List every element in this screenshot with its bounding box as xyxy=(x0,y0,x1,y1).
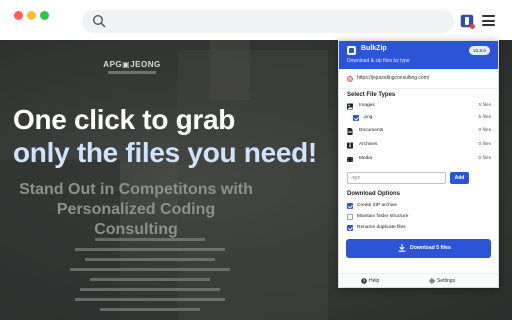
file-type-count: 5 files xyxy=(478,103,491,108)
bulkzip-logo-icon xyxy=(347,46,356,55)
settings-link[interactable]: Settings xyxy=(437,278,455,284)
bulkzip-extension-icon[interactable] xyxy=(460,14,475,29)
site-favicon-icon xyxy=(347,76,353,82)
promo-headline-line-2: only the files you need! xyxy=(13,137,317,168)
svg-text:?: ? xyxy=(363,279,366,284)
close-window-button[interactable] xyxy=(14,11,23,20)
screenshot-frame: APG▣JEONG One click to grab only the fil… xyxy=(0,0,512,320)
version-badge: v1.0.0 xyxy=(469,46,490,55)
maintain-folders-checkbox[interactable] xyxy=(347,214,353,220)
file-type-label: Archives xyxy=(359,142,378,147)
site-top-nav xyxy=(0,40,340,50)
site-paragraph-line xyxy=(60,298,240,302)
popup-subtitle: Download & zip files by type xyxy=(347,58,410,64)
file-type-label: .png xyxy=(363,115,373,120)
maximize-window-button[interactable] xyxy=(40,11,49,20)
current-url-row: https://jejucodingconsulting.com/ xyxy=(339,74,498,88)
download-icon xyxy=(398,244,406,252)
file-type-label: Documents xyxy=(359,128,384,133)
download-options-heading: Download Options xyxy=(347,191,400,197)
help-icon: ? xyxy=(361,278,367,284)
hamburger-menu-icon[interactable] xyxy=(482,15,495,26)
bulkzip-popup: BulkZip Download & zip files by type v1.… xyxy=(338,40,499,288)
download-button-label: Download 5 files xyxy=(410,245,451,251)
archive-icon xyxy=(347,142,353,149)
file-types-heading: Select File Types xyxy=(347,92,396,98)
site-logo[interactable]: APG▣JEONG xyxy=(100,60,164,69)
rename-duplicates-checkbox[interactable] xyxy=(347,225,353,231)
option-maintain-folders[interactable]: Maintain folder structure xyxy=(347,213,487,222)
image-icon xyxy=(347,103,353,110)
png-checkbox[interactable] xyxy=(353,115,359,121)
option-label: Create ZIP archive xyxy=(357,203,397,208)
divider xyxy=(339,88,498,89)
promo-headline-line-1: One click to grab xyxy=(13,104,236,135)
search-icon xyxy=(92,14,106,28)
file-type-count: 0 files xyxy=(478,142,491,147)
file-type-label: Media xyxy=(359,156,373,161)
file-type-row-media[interactable]: Media 0 files xyxy=(347,155,491,165)
document-icon xyxy=(347,128,353,135)
add-extension-button[interactable]: Add xyxy=(450,172,469,184)
gear-icon xyxy=(429,278,435,284)
site-paragraph-line xyxy=(60,278,240,282)
address-bar[interactable] xyxy=(82,10,454,33)
site-headline-line-1: Stand Out in Competitons with xyxy=(19,181,253,198)
popup-header: BulkZip Download & zip files by type v1.… xyxy=(339,41,498,69)
popup-title: BulkZip xyxy=(361,45,387,52)
site-paragraph-line xyxy=(60,248,240,252)
site-paragraph-line xyxy=(60,288,240,292)
site-paragraph-line xyxy=(60,308,240,312)
file-type-row-archives[interactable]: Archives 0 files xyxy=(347,141,491,151)
create-zip-checkbox[interactable] xyxy=(347,203,353,209)
site-paragraph-line xyxy=(60,258,240,262)
option-label: Rename duplicate files xyxy=(357,225,406,230)
extension-badge-icon xyxy=(470,24,475,29)
file-type-count: 5 files xyxy=(478,115,491,120)
browser-toolbar xyxy=(0,0,512,40)
popup-footer: ? Help Settings xyxy=(339,273,498,287)
site-logo-tagline xyxy=(108,71,156,74)
download-button[interactable]: Download 5 files xyxy=(346,239,491,258)
file-type-row-png[interactable]: .png 5 files xyxy=(353,114,491,124)
help-link[interactable]: Help xyxy=(369,278,379,284)
file-type-row-documents[interactable]: Documents 0 files xyxy=(347,127,491,137)
file-type-count: 0 files xyxy=(478,128,491,133)
file-type-count: 0 files xyxy=(478,156,491,161)
minimize-window-button[interactable] xyxy=(27,11,36,20)
media-icon xyxy=(347,157,353,162)
current-url: https://jejucodingconsulting.com/ xyxy=(357,75,430,81)
option-label: Maintain folder structure xyxy=(357,214,409,219)
file-type-row-images[interactable]: Images 5 files xyxy=(347,102,491,112)
site-main-menu xyxy=(40,84,340,92)
site-paragraph-line xyxy=(60,268,240,272)
option-rename-duplicates[interactable]: Rename duplicate files xyxy=(347,224,487,233)
file-type-label: Images xyxy=(359,103,375,108)
option-create-zip[interactable]: Create ZIP archive xyxy=(347,202,487,211)
site-headline-line-2: Personalized Coding Consulting xyxy=(56,201,216,238)
custom-extension-input[interactable] xyxy=(347,172,446,184)
site-paragraph-line xyxy=(60,238,240,242)
